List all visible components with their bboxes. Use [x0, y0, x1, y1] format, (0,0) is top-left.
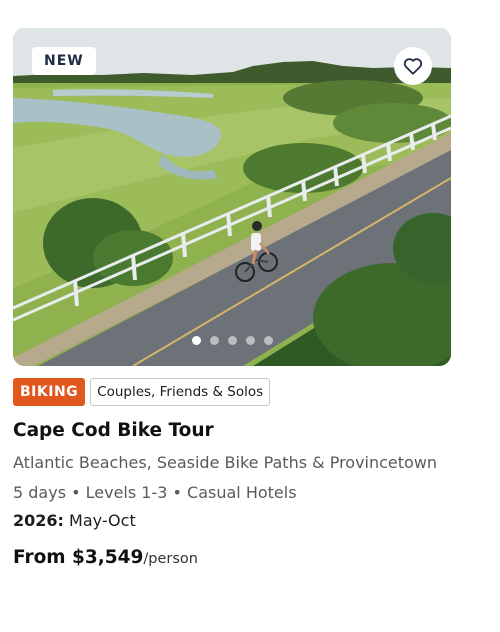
carousel-dot[interactable]: [245, 336, 255, 345]
heart-outline-icon: [403, 58, 423, 75]
season-months: May-Oct: [69, 511, 136, 530]
carousel-dot[interactable]: [209, 336, 219, 345]
audience-tag: Couples, Friends & Solos: [90, 378, 271, 406]
favorite-button[interactable]: [394, 47, 432, 85]
trip-photo[interactable]: NEW: [13, 28, 451, 366]
price-amount: From $3,549: [13, 547, 144, 568]
price-unit: /person: [143, 551, 198, 567]
trip-card[interactable]: NEW BIKING Couples, Friends & Solos Cape…: [13, 28, 451, 568]
activity-tag: BIKING: [13, 378, 86, 406]
season-year: 2026:: [13, 511, 64, 530]
trip-tags: BIKING Couples, Friends & Solos: [13, 378, 271, 406]
trip-details: 5 days • Levels 1-3 • Casual Hotels: [13, 483, 297, 502]
carousel-dot[interactable]: [227, 336, 237, 345]
new-badge: NEW: [32, 47, 96, 75]
trip-photo-image: [13, 28, 451, 366]
trip-subtitle: Atlantic Beaches, Seaside Bike Paths & P…: [13, 453, 438, 472]
trip-price: From $3,549/person: [13, 547, 198, 568]
carousel-indicator: [13, 336, 451, 345]
carousel-dot[interactable]: [191, 336, 201, 345]
carousel-dot[interactable]: [263, 336, 273, 345]
trip-title[interactable]: Cape Cod Bike Tour: [13, 420, 214, 441]
trip-season: 2026: May-Oct: [13, 511, 136, 530]
